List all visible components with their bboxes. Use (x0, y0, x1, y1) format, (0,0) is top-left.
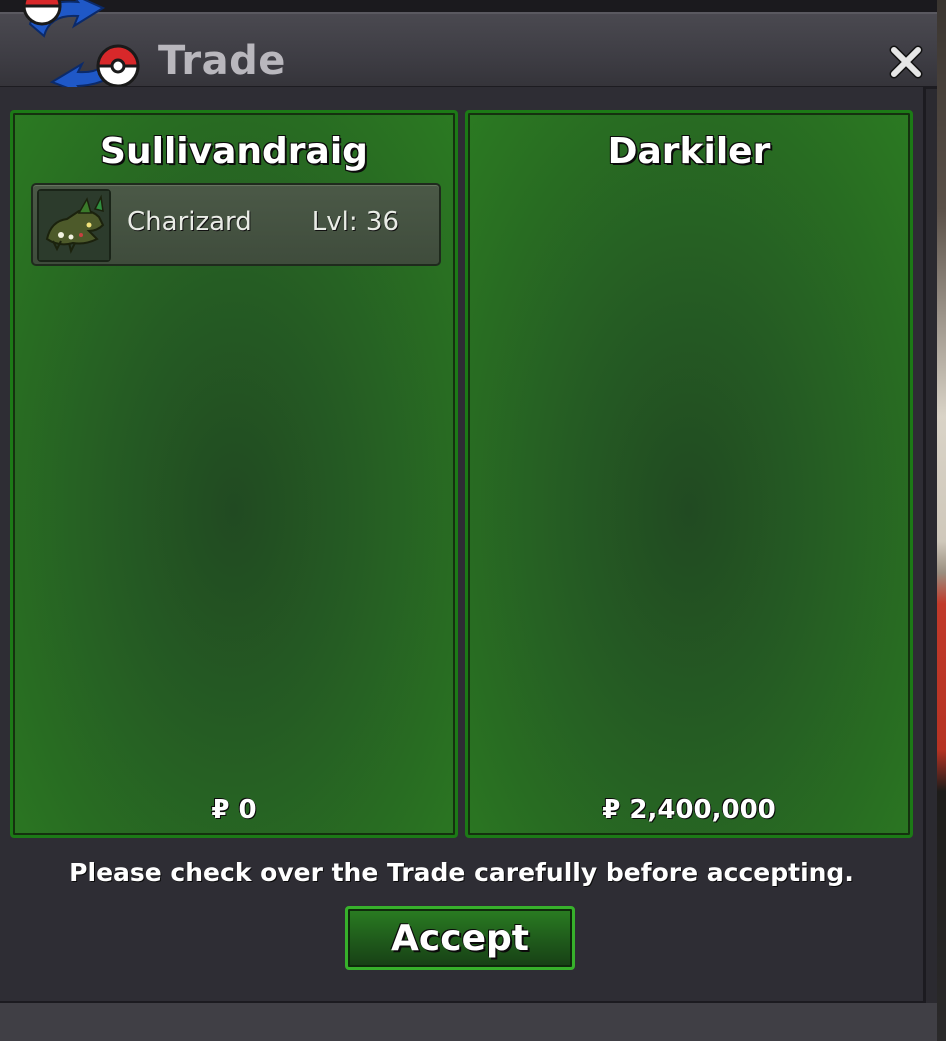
their-offer-panel: Darkiler ₽ 2,400,000 (465, 110, 913, 838)
pokemon-level: Lvl: 36 (311, 207, 399, 237)
bottom-bar (0, 1003, 937, 1041)
accept-button[interactable]: Accept (345, 906, 575, 970)
background-game-strip (937, 0, 946, 1041)
player-name-right: Darkiler (607, 131, 771, 172)
pokemon-name: Charizard (127, 207, 252, 237)
money-left: ₽ 0 (211, 795, 257, 825)
player-name-left: Sullivandraig (100, 131, 368, 172)
list-item[interactable]: Charizard Lvl: 36 (31, 183, 441, 266)
trade-notice: Please check over the Trade carefully be… (69, 858, 854, 887)
trade-screen: Trade Sullivandraig Charizard Lvl: 36 ₽ … (0, 0, 946, 1041)
money-right: ₽ 2,400,000 (602, 795, 776, 825)
window-title: Trade (158, 38, 286, 84)
charizard-sprite-icon (37, 189, 111, 262)
my-offer-panel: Sullivandraig Charizard Lvl: 36 ₽ 0 (10, 110, 458, 838)
close-button[interactable] (882, 38, 930, 86)
close-icon (889, 45, 923, 79)
